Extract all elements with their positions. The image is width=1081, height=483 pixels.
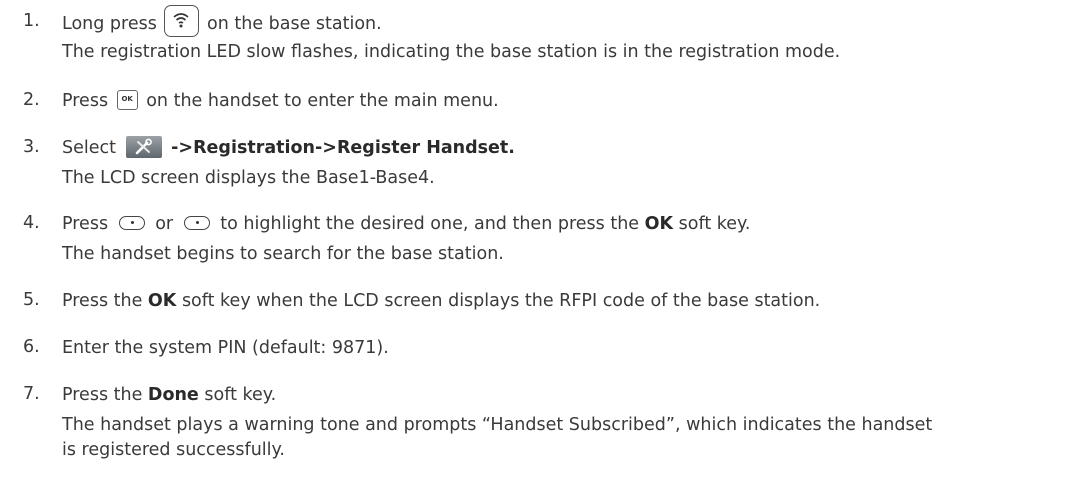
settings-tools-icon: [125, 135, 162, 158]
ok-key-icon: OK: [116, 89, 138, 110]
step-text: Press or to highlight the desired one, a…: [62, 214, 751, 234]
registration-key-icon: [164, 5, 200, 37]
step-text: Long press on the base station.: [62, 5, 382, 37]
step-text: Press OK on the handset to enter the mai…: [62, 89, 499, 111]
step-number: 5.: [23, 290, 40, 310]
step-number: 4.: [23, 213, 40, 233]
step-text: The LCD screen displays the Base1-Base4.: [62, 168, 435, 188]
step-text: Enter the system PIN (default: 9871).: [62, 338, 389, 358]
step-number: 1.: [23, 11, 40, 31]
step-text: The registration LED slow flashes, indic…: [62, 42, 841, 62]
step-text: The handset plays a warning tone and pro…: [62, 415, 933, 435]
step-text: Select ->Registration->Register Handset.: [62, 135, 515, 159]
step-number: 3.: [23, 137, 40, 157]
up-key-icon: [118, 216, 145, 230]
step-number: 7.: [23, 384, 40, 404]
down-key-icon: [183, 216, 210, 230]
step-text: Press the OK soft key when the LCD scree…: [62, 291, 821, 311]
step-text: Press the Done soft key.: [62, 385, 277, 405]
step-text: The handset begins to search for the bas…: [62, 244, 504, 264]
step-text: is registered successfully.: [62, 440, 285, 460]
step-number: 2.: [23, 90, 40, 110]
step-number: 6.: [23, 337, 40, 357]
